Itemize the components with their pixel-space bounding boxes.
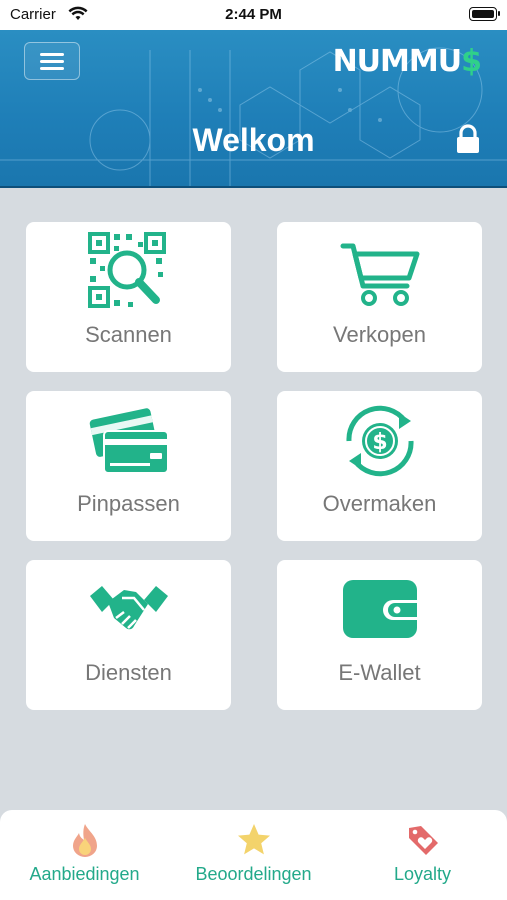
bottom-navigation: Aanbiedingen Beoordelingen Loyalty xyxy=(0,810,507,900)
tile-label: E-Wallet xyxy=(338,660,421,685)
tile-label: Overmaken xyxy=(322,491,437,516)
tile-label: Pinpassen xyxy=(77,491,180,516)
tile-diensten[interactable]: Diensten xyxy=(26,560,231,710)
app-header: NUMMU$ Welkom xyxy=(0,30,507,188)
nav-label: Beoordelingen xyxy=(195,864,312,884)
tile-pinpassen[interactable]: Pinpassen xyxy=(26,391,231,541)
nav-label: Loyalty xyxy=(393,864,452,884)
hamburger-icon-line xyxy=(40,52,64,56)
flame-icon xyxy=(72,824,97,857)
page-title: Welkom xyxy=(192,122,315,158)
qr-scan-icon xyxy=(87,232,166,308)
hamburger-icon-line xyxy=(40,66,64,70)
lock-icon[interactable] xyxy=(455,124,481,154)
heart-tag-icon xyxy=(408,826,438,855)
nav-loyalty[interactable]: Loyalty xyxy=(338,822,507,885)
money-transfer-icon: $ xyxy=(345,405,414,477)
tile-e-wallet[interactable]: E-Wallet xyxy=(277,560,482,710)
wallet-icon xyxy=(342,580,419,638)
hamburger-icon-line xyxy=(40,59,64,63)
tile-overmaken[interactable]: $ Overmaken xyxy=(277,391,482,541)
shopping-cart-icon xyxy=(340,243,419,306)
svg-text:$: $ xyxy=(372,430,387,455)
nummus-logo: NUMMU$ xyxy=(332,44,482,79)
handshake-icon xyxy=(89,586,168,630)
battery-icon xyxy=(469,7,500,21)
status-bar: Carrier 2:44 PM xyxy=(0,0,507,30)
tile-scannen[interactable]: Scannen xyxy=(26,222,231,372)
credit-cards-icon xyxy=(89,408,169,474)
star-icon xyxy=(237,824,270,855)
tile-label: Scannen xyxy=(85,322,172,347)
nav-beoordelingen[interactable]: Beoordelingen xyxy=(169,822,338,885)
nav-aanbiedingen[interactable]: Aanbiedingen xyxy=(0,822,169,885)
menu-button[interactable] xyxy=(24,42,80,80)
clock: 2:44 PM xyxy=(225,6,282,23)
tile-verkopen[interactable]: Verkopen xyxy=(277,222,482,372)
nav-label: Aanbiedingen xyxy=(29,864,140,884)
tile-label: Diensten xyxy=(85,660,172,685)
tile-label: Verkopen xyxy=(333,322,426,347)
